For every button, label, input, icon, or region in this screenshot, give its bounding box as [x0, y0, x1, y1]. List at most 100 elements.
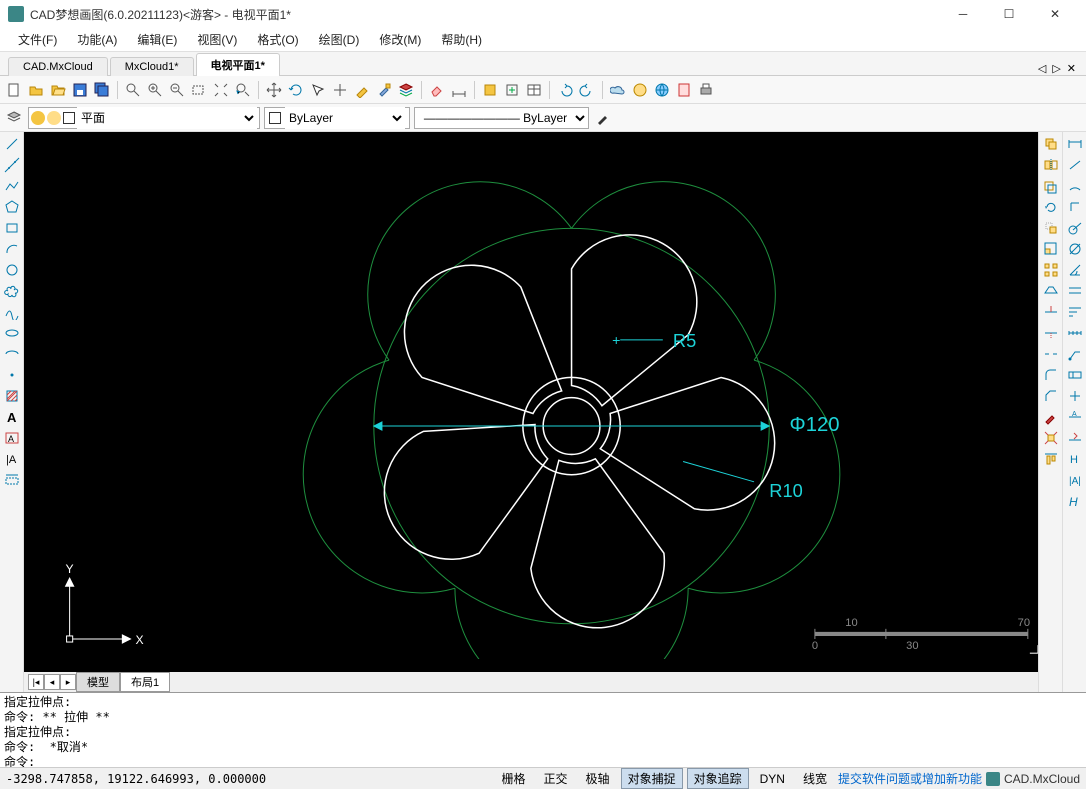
redo-icon[interactable] — [577, 80, 597, 100]
pdf-icon[interactable] — [674, 80, 694, 100]
layer-manager-icon[interactable] — [4, 108, 24, 128]
text-override-icon[interactable]: |A| — [1065, 470, 1085, 490]
zoom-previous-icon[interactable] — [233, 80, 253, 100]
regen-icon[interactable] — [286, 80, 306, 100]
dim-edit-icon[interactable]: A — [1065, 407, 1085, 427]
menu-help[interactable]: 帮助(H) — [431, 29, 492, 50]
layers-icon[interactable] — [396, 80, 416, 100]
status-lweight[interactable]: 线宽 — [796, 768, 834, 789]
open-icon[interactable] — [26, 80, 46, 100]
ellipse-icon[interactable] — [2, 323, 22, 343]
linetype-select[interactable]: ———————— ByLayer — [414, 107, 589, 129]
maximize-button[interactable]: ☐ — [986, 0, 1032, 28]
insert-icon[interactable] — [502, 80, 522, 100]
explode-icon[interactable] — [1041, 428, 1061, 448]
dim-baseline-icon[interactable] — [1065, 302, 1085, 322]
layout-nav-prev[interactable]: ◂ — [44, 674, 60, 690]
layout-nav-first[interactable]: |◂ — [28, 674, 44, 690]
menu-view[interactable]: 视图(V) — [187, 29, 247, 50]
tab-nav-close[interactable]: ✕ — [1065, 62, 1078, 75]
dim-diameter-icon[interactable] — [1065, 239, 1085, 259]
zoom-realtime-icon[interactable] — [123, 80, 143, 100]
tab-nav-left[interactable]: ◁ — [1036, 62, 1048, 75]
copy-icon[interactable] — [1041, 134, 1061, 154]
status-otrack[interactable]: 对象追踪 — [687, 768, 749, 789]
spline-icon[interactable] — [2, 302, 22, 322]
dim-update-icon[interactable]: H — [1065, 449, 1085, 469]
revision-cloud-icon[interactable] — [2, 281, 22, 301]
rectangle-icon[interactable] — [2, 218, 22, 238]
rotate-icon[interactable] — [1041, 197, 1061, 217]
status-polar[interactable]: 极轴 — [579, 768, 617, 789]
doc-tab[interactable]: 电视平面1* — [196, 53, 280, 76]
zoom-window-icon[interactable] — [189, 80, 209, 100]
table-icon[interactable] — [524, 80, 544, 100]
layer-select[interactable]: 平面 — [77, 107, 257, 129]
save-icon[interactable] — [70, 80, 90, 100]
select-icon[interactable] — [308, 80, 328, 100]
zoom-out-icon[interactable] — [167, 80, 187, 100]
ellipse-arc-icon[interactable] — [2, 344, 22, 364]
zoom-in-icon[interactable] — [145, 80, 165, 100]
text-icon[interactable]: A — [2, 407, 22, 427]
tolerance-icon[interactable] — [1065, 365, 1085, 385]
chamfer-icon[interactable] — [1041, 386, 1061, 406]
layer-lock-icon[interactable] — [63, 112, 75, 124]
menu-edit[interactable]: 编辑(E) — [127, 29, 187, 50]
undo-icon[interactable] — [555, 80, 575, 100]
hatch-icon[interactable] — [2, 386, 22, 406]
status-osnap[interactable]: 对象捕捉 — [621, 768, 683, 789]
dim-radius-icon[interactable] — [1065, 218, 1085, 238]
print-icon[interactable] — [696, 80, 716, 100]
mtext-icon[interactable]: A — [2, 428, 22, 448]
extend-icon[interactable] — [1041, 323, 1061, 343]
status-ortho[interactable]: 正交 — [537, 768, 575, 789]
drawing-canvas[interactable]: Φ120 R5 + R10 X Y — [24, 132, 1038, 672]
command-window[interactable]: 指定拉伸点: 命令: ** 拉伸 ** 指定拉伸点: 命令: *取消* 命令: — [0, 692, 1086, 767]
dim-angular-icon[interactable] — [1065, 260, 1085, 280]
feedback-link[interactable]: 提交软件问题或增加新功能 — [838, 770, 982, 787]
dim-linear-icon[interactable] — [1065, 134, 1085, 154]
globe-icon[interactable] — [652, 80, 672, 100]
properties-icon[interactable] — [352, 80, 372, 100]
dim-continue-icon[interactable] — [1065, 323, 1085, 343]
stretch-icon[interactable] — [1041, 281, 1061, 301]
dimension-icon[interactable] — [2, 470, 22, 490]
layout-tab-model[interactable]: 模型 — [76, 672, 120, 692]
status-grid[interactable]: 栅格 — [495, 768, 533, 789]
arc-icon[interactable] — [2, 239, 22, 259]
minimize-button[interactable]: ─ — [940, 0, 986, 28]
layout-tab-layout1[interactable]: 布局1 — [120, 672, 170, 692]
dimension-style-icon[interactable] — [449, 80, 469, 100]
doc-tab[interactable]: MxCloud1* — [110, 57, 194, 76]
dim-quick-icon[interactable] — [1065, 281, 1085, 301]
paint-brush-icon[interactable] — [1041, 407, 1061, 427]
construction-line-icon[interactable] — [2, 155, 22, 175]
point-icon[interactable] — [2, 365, 22, 385]
scale-icon[interactable] — [1041, 239, 1061, 259]
matchprop-icon[interactable] — [374, 80, 394, 100]
open-folder-icon[interactable] — [48, 80, 68, 100]
status-dyn[interactable]: DYN — [753, 770, 792, 788]
pan-icon[interactable] — [264, 80, 284, 100]
zoom-extents-icon[interactable] — [211, 80, 231, 100]
layer-freeze-icon[interactable] — [47, 111, 61, 125]
cloud-icon[interactable] — [608, 80, 628, 100]
leader-icon[interactable] — [1065, 344, 1085, 364]
pick-plus-icon[interactable] — [330, 80, 350, 100]
new-icon[interactable] — [4, 80, 24, 100]
doc-tab[interactable]: CAD.MxCloud — [8, 57, 108, 76]
line-icon[interactable] — [2, 134, 22, 154]
array-icon[interactable] — [1041, 260, 1061, 280]
layout-nav-next[interactable]: ▸ — [60, 674, 76, 690]
circle-icon[interactable] — [2, 260, 22, 280]
color-select[interactable]: ByLayer — [285, 107, 405, 129]
block-icon[interactable] — [480, 80, 500, 100]
menu-file[interactable]: 文件(F) — [8, 29, 67, 50]
erase-icon[interactable] — [427, 80, 447, 100]
menu-draw[interactable]: 绘图(D) — [309, 29, 370, 50]
tab-nav-right[interactable]: ▷ — [1050, 62, 1062, 75]
polygon-icon[interactable] — [2, 197, 22, 217]
menu-format[interactable]: 格式(O) — [247, 29, 308, 50]
trim-icon[interactable] — [1041, 302, 1061, 322]
